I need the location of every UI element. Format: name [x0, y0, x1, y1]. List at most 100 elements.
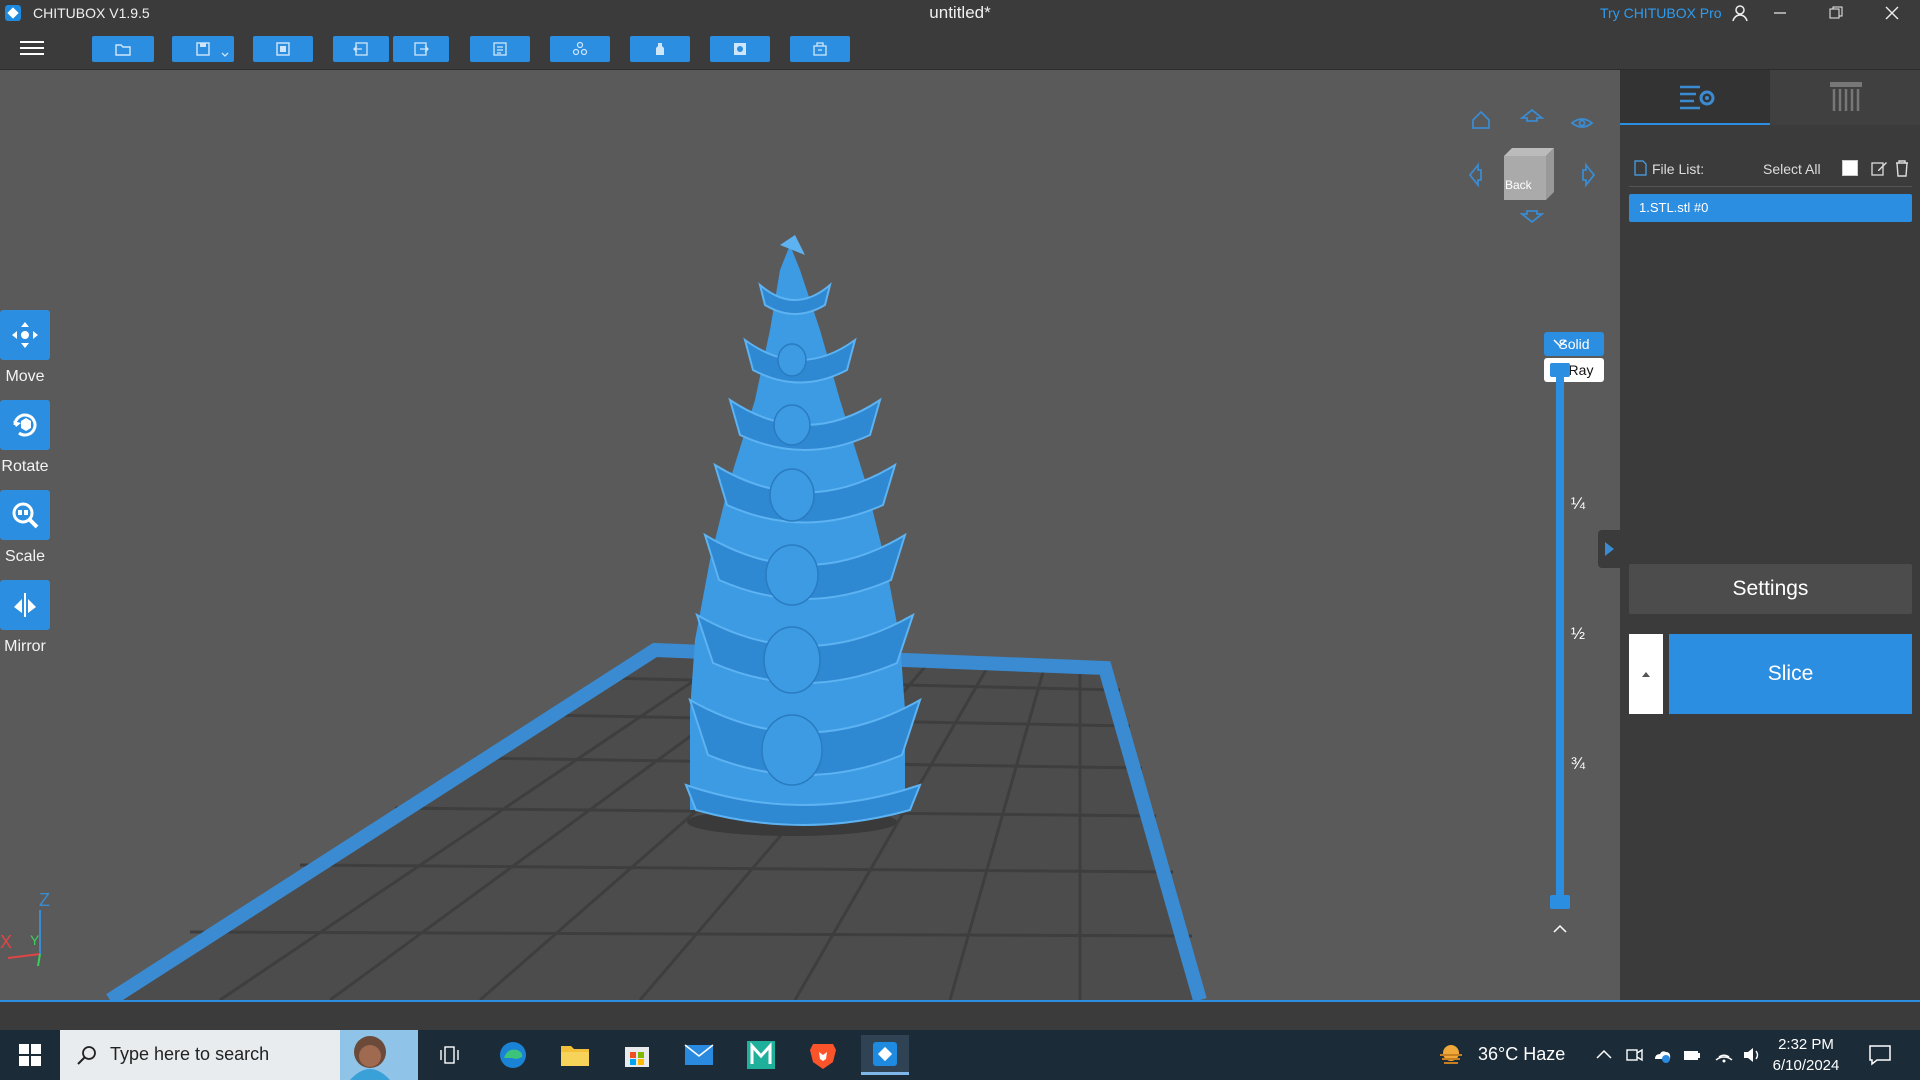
tab-settings-list[interactable]: [1620, 70, 1770, 125]
home-view-icon[interactable]: [1472, 110, 1490, 129]
mirror-button[interactable]: [0, 580, 50, 630]
move-tool[interactable]: Move: [0, 310, 50, 386]
view-cube-face: Back: [1505, 178, 1532, 192]
y-axis-label: Y: [30, 932, 40, 948]
print-settings-button[interactable]: [790, 36, 850, 62]
view-cube[interactable]: [1504, 148, 1554, 200]
restore-icon: [1829, 6, 1843, 19]
rotate-icon: [13, 413, 37, 437]
try-pro-link[interactable]: Try CHITUBOX Pro: [1600, 5, 1722, 21]
clock[interactable]: 2:32 PM 6/10/2024: [1756, 1034, 1856, 1076]
search-highlight-avatar: [340, 1030, 418, 1080]
support-icon: [734, 43, 746, 55]
slider-down-chevron-icon[interactable]: [1550, 922, 1570, 936]
chevron-right-icon: [1605, 542, 1614, 556]
select-all-checkbox[interactable]: [1842, 160, 1858, 176]
view-left-icon[interactable]: [1468, 162, 1482, 188]
view-up-icon[interactable]: [1519, 108, 1545, 122]
title-bar: CHITUBOX V1.9.5 untitled* Try CHITUBOX P…: [0, 0, 1920, 26]
layer-slider-track[interactable]: [1556, 368, 1564, 906]
duplicate-button[interactable]: [550, 36, 610, 62]
notifications-icon[interactable]: [1868, 1044, 1892, 1066]
panel-collapse-button[interactable]: [1598, 530, 1620, 568]
taskbar-search-box[interactable]: Type here to search: [60, 1030, 418, 1080]
file-explorer-app[interactable]: [551, 1035, 599, 1075]
search-placeholder: Type here to search: [110, 1044, 270, 1064]
layer-slider-top-handle[interactable]: [1550, 363, 1570, 377]
duplicate-icon: [572, 41, 588, 56]
store-icon: [625, 1047, 649, 1067]
view-right-icon[interactable]: [1582, 162, 1596, 188]
settings-list-icon: [1680, 85, 1715, 110]
tab-supports[interactable]: [1770, 70, 1920, 125]
user-icon[interactable]: [1730, 3, 1750, 23]
slider-mark-half: ½: [1570, 624, 1586, 643]
layout-icon: [493, 42, 507, 56]
slider-up-chevron-icon[interactable]: [1550, 336, 1570, 350]
mail-app[interactable]: [675, 1035, 723, 1075]
print-settings-icon: [813, 42, 827, 56]
close-button[interactable]: [1864, 0, 1920, 26]
delete-icon[interactable]: [1894, 159, 1910, 177]
hollow-button[interactable]: [630, 36, 690, 62]
chevron-down-icon: [221, 52, 229, 57]
right-panel: File List: Select All 1.STL.stl #0 Setti…: [1598, 70, 1920, 1000]
support-button[interactable]: [710, 36, 770, 62]
settings-button[interactable]: Settings: [1629, 564, 1912, 614]
mirror-tool[interactable]: Mirror: [0, 580, 50, 656]
meet-now-icon[interactable]: [1624, 1045, 1644, 1065]
save-icon: [196, 42, 210, 56]
3d-viewport[interactable]: Move Rotate Scale Mirror Z X Y Back Soli…: [0, 70, 1620, 1000]
move-icon: [12, 322, 38, 348]
brave-app[interactable]: [799, 1035, 847, 1075]
rotate-button[interactable]: [0, 400, 50, 450]
edge-app[interactable]: [489, 1035, 537, 1075]
minimize-button[interactable]: [1752, 0, 1808, 26]
open-file-button[interactable]: [92, 36, 154, 62]
rotate-tool[interactable]: Rotate: [0, 400, 50, 476]
microsoft-store-app[interactable]: [613, 1035, 661, 1075]
clock-date: 6/10/2024: [1772, 1057, 1840, 1074]
caret-up-icon: [1642, 672, 1650, 677]
tree-model[interactable]: [684, 235, 922, 826]
task-view-button[interactable]: [426, 1035, 474, 1075]
slice-group: Slice: [1629, 634, 1912, 714]
mirror-label: Mirror: [4, 638, 46, 655]
clock-time: 2:32 PM: [1778, 1036, 1834, 1053]
chitubox-logo-icon: [5, 5, 21, 21]
battery-icon[interactable]: [1682, 1045, 1702, 1065]
weather-text[interactable]: 36°C Haze: [1478, 1044, 1565, 1065]
edit-icon[interactable]: [1870, 159, 1888, 177]
layer-slider-bottom-handle[interactable]: [1550, 895, 1570, 909]
hamburger-menu-icon[interactable]: [20, 37, 44, 59]
edge-icon: [500, 1042, 526, 1068]
move-button[interactable]: [0, 310, 50, 360]
restore-button[interactable]: [1808, 0, 1864, 26]
scale-button[interactable]: [0, 490, 50, 540]
wifi-icon[interactable]: [1714, 1045, 1734, 1065]
file-list-item[interactable]: 1.STL.stl #0: [1629, 194, 1912, 222]
layout-button[interactable]: [470, 36, 530, 62]
view-down-icon[interactable]: [1519, 210, 1545, 224]
undo-button[interactable]: [333, 36, 389, 62]
screenshot-button[interactable]: [253, 36, 313, 62]
redo-icon: [414, 42, 429, 56]
axis-indicator: [7, 910, 41, 967]
chevron-up-icon[interactable]: [1594, 1045, 1614, 1065]
scale-tool[interactable]: Scale: [0, 490, 50, 566]
chitubox-app[interactable]: [861, 1035, 909, 1075]
folder-icon: [561, 1046, 589, 1066]
redo-button[interactable]: [393, 36, 449, 62]
slice-button[interactable]: Slice: [1669, 634, 1912, 714]
rotate-label: Rotate: [1, 458, 49, 475]
onedrive-icon[interactable]: [1652, 1045, 1672, 1065]
view-navigator: [1468, 108, 1596, 224]
slice-options-toggle[interactable]: [1629, 634, 1663, 714]
start-button[interactable]: [0, 1030, 60, 1080]
x-axis-label: X: [0, 932, 13, 952]
move-label: Move: [5, 368, 45, 385]
save-button[interactable]: [172, 36, 234, 62]
file-list-header: File List: Select All: [1630, 158, 1910, 180]
select-all-label: Select All: [1763, 161, 1821, 177]
maze-app[interactable]: [737, 1035, 785, 1075]
